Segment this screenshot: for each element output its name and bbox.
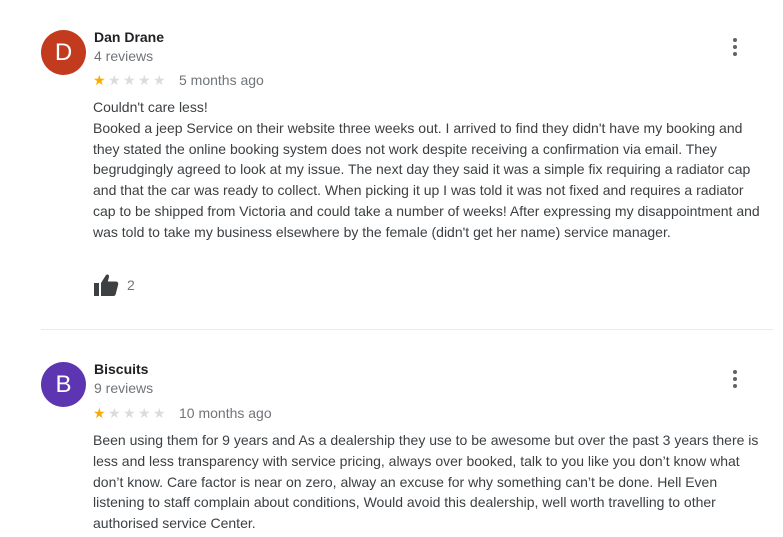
star-empty-icon: ★ xyxy=(123,405,136,421)
star-empty-icon: ★ xyxy=(108,405,121,421)
avatar[interactable]: B xyxy=(41,362,86,407)
reviewer-review-count: 9 reviews xyxy=(94,380,154,396)
reviewer-review-count: 4 reviews xyxy=(94,48,154,64)
more-options-button[interactable] xyxy=(725,35,745,59)
star-rating: ★ ★ ★ ★ ★ xyxy=(93,73,168,87)
review-time: 5 months ago xyxy=(179,72,264,88)
more-vert-icon xyxy=(733,38,737,42)
reviewer-name[interactable]: Biscuits xyxy=(94,361,148,377)
star-empty-icon: ★ xyxy=(138,405,151,421)
rating-row: ★ ★ ★ ★ ★ 5 months ago xyxy=(93,71,264,89)
avatar[interactable]: D xyxy=(41,30,86,75)
thumb-up-icon xyxy=(94,274,119,296)
review-time: 10 months ago xyxy=(179,405,272,421)
rating-row: ★ ★ ★ ★ ★ 10 months ago xyxy=(93,404,272,422)
review-text: Couldn't care less! Booked a jeep Servic… xyxy=(93,99,760,240)
star-empty-icon: ★ xyxy=(153,72,166,88)
review-text: Been using them for 9 years and As a dea… xyxy=(93,432,759,532)
star-empty-icon: ★ xyxy=(108,72,121,88)
star-filled-icon: ★ xyxy=(93,72,106,88)
more-vert-icon xyxy=(733,370,737,374)
review-divider xyxy=(41,329,773,330)
star-filled-icon: ★ xyxy=(93,405,106,421)
like-count: 2 xyxy=(127,277,135,293)
star-empty-icon: ★ xyxy=(138,72,151,88)
reviewer-name[interactable]: Dan Drane xyxy=(94,29,164,45)
star-rating: ★ ★ ★ ★ ★ xyxy=(93,406,168,420)
star-empty-icon: ★ xyxy=(153,405,166,421)
like-button[interactable]: 2 xyxy=(93,273,135,297)
star-empty-icon: ★ xyxy=(123,72,136,88)
more-options-button[interactable] xyxy=(725,367,745,391)
